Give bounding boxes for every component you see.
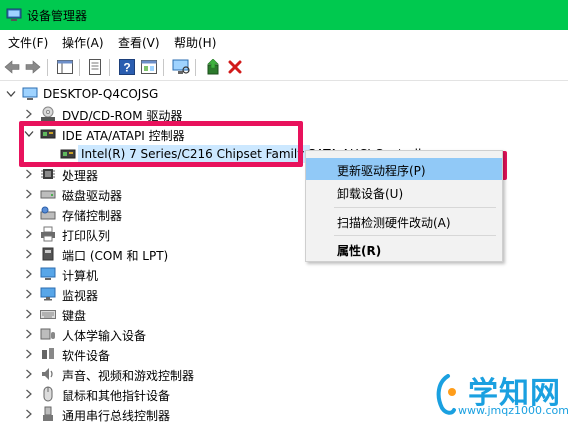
context-menu-update-driver[interactable]: 更新驱动程序(P) xyxy=(306,158,502,180)
show-hide-tree-icon[interactable] xyxy=(55,57,75,77)
window-title: 设备管理器 xyxy=(27,9,88,23)
tree-item-computer[interactable]: 计算机 xyxy=(0,264,568,284)
menu-help[interactable]: 帮助(H) xyxy=(174,34,216,51)
tree-item-label: 处理器 xyxy=(62,169,99,183)
menu-file[interactable]: 文件(F) xyxy=(8,34,48,51)
monitor-icon xyxy=(40,287,56,301)
tree-item-software-devices[interactable]: 软件设备 xyxy=(0,344,568,364)
tree-item-label: DVD/CD-ROM 驱动器 xyxy=(62,109,183,123)
back-icon[interactable] xyxy=(2,57,22,77)
chevron-right-icon[interactable] xyxy=(24,248,34,260)
chevron-right-icon[interactable] xyxy=(24,168,34,180)
tree-item-label: 通用串行总线控制器 xyxy=(62,409,171,423)
disk-drive-icon xyxy=(40,190,56,199)
help-icon[interactable]: ? xyxy=(117,57,137,77)
tree-item-keyboards[interactable]: 键盘 xyxy=(0,304,568,324)
toolbar-separator xyxy=(195,59,196,76)
context-menu: 更新驱动程序(P) 卸载设备(U) 扫描检测硬件改动(A) 属性(R) xyxy=(305,150,503,262)
chevron-right-icon[interactable] xyxy=(24,328,34,340)
keyboard-icon xyxy=(40,310,56,319)
chevron-right-icon[interactable] xyxy=(24,108,34,120)
tree-item-hid[interactable]: 人体学输入设备 xyxy=(0,324,568,344)
tree-item-label: 软件设备 xyxy=(62,349,111,363)
chevron-right-icon[interactable] xyxy=(24,268,34,280)
device-manager-icon xyxy=(6,8,22,21)
processor-icon xyxy=(41,169,55,179)
context-menu-item-label: 更新驱动程序(P) xyxy=(337,164,426,178)
chevron-right-icon[interactable] xyxy=(24,288,34,300)
toolbar-separator xyxy=(79,59,80,76)
tree-item-label: 人体学输入设备 xyxy=(62,329,147,343)
toolbar-separator xyxy=(47,59,48,76)
tree-item-label: 打印队列 xyxy=(62,229,111,243)
tree-item-ide[interactable]: IDE ATA/ATAPI 控制器 xyxy=(0,124,568,144)
tree-root[interactable]: DESKTOP-Q4COJSG xyxy=(0,84,568,104)
menu-action[interactable]: 操作(A) xyxy=(62,34,104,51)
toolbar: ? xyxy=(0,53,568,81)
uninstall-icon[interactable] xyxy=(225,57,245,77)
forward-icon[interactable] xyxy=(23,57,43,77)
context-menu-scan[interactable]: 扫描检测硬件改动(A) xyxy=(306,210,502,232)
computer-icon xyxy=(22,87,38,100)
tree-item-dvd[interactable]: DVD/CD-ROM 驱动器 xyxy=(0,104,568,124)
software-device-icon xyxy=(42,348,54,359)
properties-sheet-icon[interactable] xyxy=(139,57,159,77)
menu-view[interactable]: 查看(V) xyxy=(118,34,160,51)
computer-icon xyxy=(40,267,56,280)
tree-item-label: 鼠标和其他指针设备 xyxy=(62,389,171,403)
ide-controller-icon xyxy=(40,129,56,139)
dvd-drive-icon xyxy=(41,106,55,121)
chevron-right-icon[interactable] xyxy=(24,308,34,320)
tree-item-label: 存储控制器 xyxy=(62,209,123,223)
tree-item-label: IDE ATA/ATAPI 控制器 xyxy=(62,129,185,143)
chevron-right-icon[interactable] xyxy=(24,208,34,220)
tree-item-label: 声音、视频和游戏控制器 xyxy=(62,369,195,383)
context-menu-uninstall[interactable]: 卸载设备(U) xyxy=(306,181,502,203)
svg-text:?: ? xyxy=(123,61,130,75)
tree-item-label: 键盘 xyxy=(62,309,87,323)
tree-item-label: 端口 (COM 和 LPT) xyxy=(62,249,169,263)
speaker-icon xyxy=(42,368,53,380)
chevron-down-icon[interactable] xyxy=(6,88,16,100)
context-menu-item-label: 属性(R) xyxy=(337,244,382,258)
context-menu-properties[interactable]: 属性(R) xyxy=(306,238,502,260)
chevron-right-icon[interactable] xyxy=(24,228,34,240)
context-menu-separator xyxy=(334,235,496,236)
title-bar: 设备管理器 xyxy=(0,0,568,30)
chevron-down-icon[interactable] xyxy=(24,128,34,140)
port-icon xyxy=(42,247,54,261)
context-menu-separator xyxy=(334,207,496,208)
tree-item-label: 监视器 xyxy=(62,289,99,303)
menu-bar: 文件(F) 操作(A) 查看(V) 帮助(H) xyxy=(0,30,568,52)
chevron-right-icon[interactable] xyxy=(24,408,34,420)
context-menu-item-label: 卸载设备(U) xyxy=(337,187,404,201)
tree-item-label: 磁盘驱动器 xyxy=(62,189,123,203)
watermark-url: www.jmqz1000.com xyxy=(458,404,568,417)
properties-icon[interactable] xyxy=(85,57,105,77)
tree-item-monitors[interactable]: 监视器 xyxy=(0,284,568,304)
chevron-right-icon[interactable] xyxy=(24,368,34,380)
mouse-icon xyxy=(43,386,53,402)
root-label: DESKTOP-Q4COJSG xyxy=(43,87,159,101)
toolbar-separator xyxy=(163,59,164,76)
toolbar-separator xyxy=(109,59,110,76)
chevron-right-icon[interactable] xyxy=(24,348,34,360)
update-driver-icon[interactable] xyxy=(203,57,223,77)
printer-icon xyxy=(41,226,55,242)
usb-controller-icon xyxy=(43,406,53,421)
chevron-right-icon[interactable] xyxy=(24,188,34,200)
storage-controller-icon xyxy=(40,206,56,220)
sata-controller-icon xyxy=(60,149,76,159)
scan-hardware-icon[interactable] xyxy=(171,57,191,77)
chevron-right-icon[interactable] xyxy=(24,388,34,400)
watermark: 学知网 www.jmqz1000.com xyxy=(430,368,568,420)
hid-icon xyxy=(40,328,55,340)
context-menu-item-label: 扫描检测硬件改动(A) xyxy=(337,216,451,230)
tree-item-label: 计算机 xyxy=(62,269,99,283)
